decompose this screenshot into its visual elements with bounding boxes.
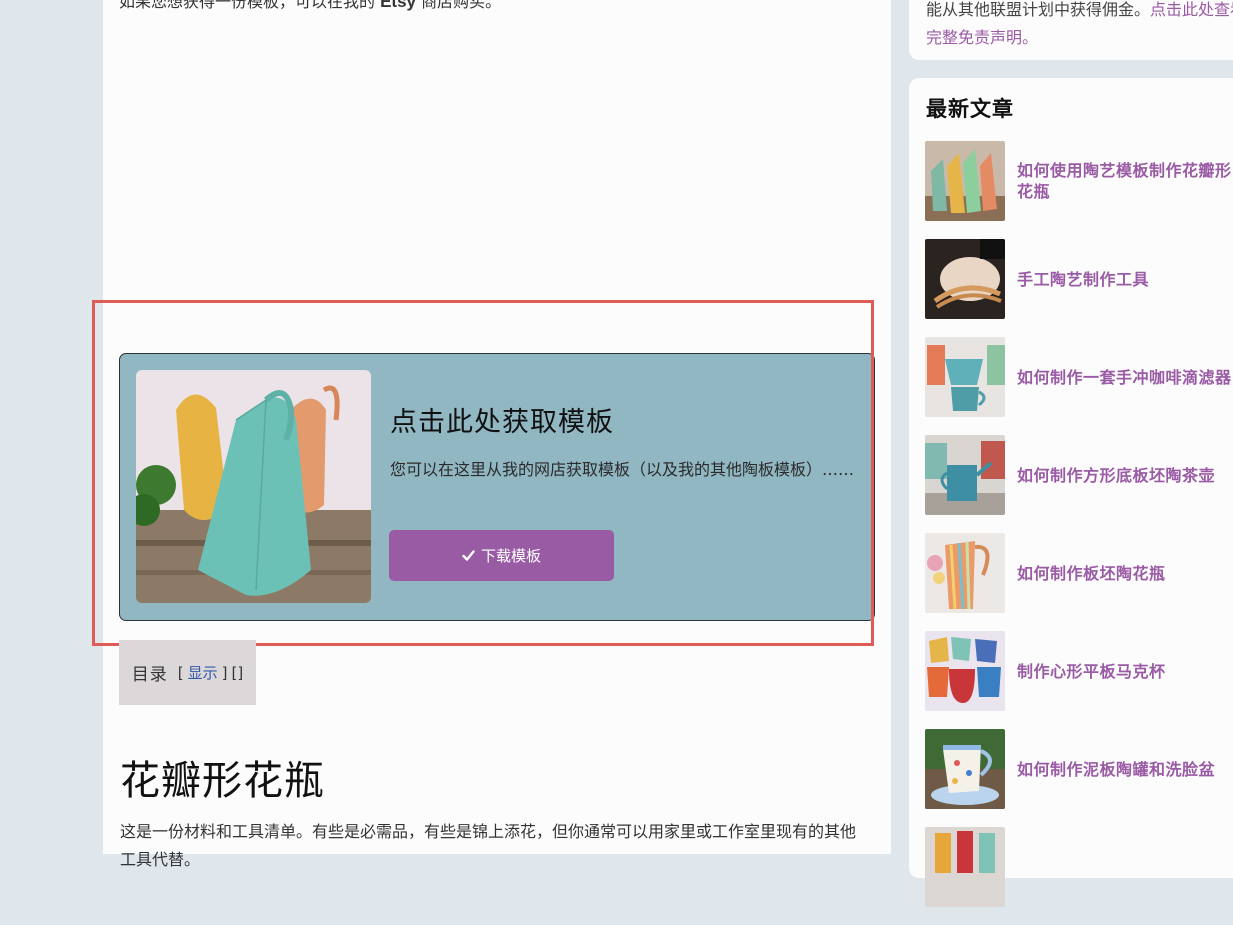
recent-post-item[interactable] — [925, 827, 1233, 907]
post-title[interactable]: 如何制作板坯陶花瓶 — [1017, 533, 1233, 613]
post-thumbnail[interactable] — [925, 631, 1005, 711]
check-icon — [462, 549, 475, 562]
recent-posts-card: 最新文章 如何使用陶艺模板制作花瓣形花瓶 手工陶艺制作工具 如何制作一套手冲咖啡… — [909, 78, 1233, 907]
post-title[interactable]: 如何使用陶艺模板制作花瓣形花瓶 — [1017, 141, 1233, 221]
post-title[interactable] — [1017, 827, 1233, 907]
post-title[interactable]: 制作心形平板马克杯 — [1017, 631, 1233, 711]
toc-show-toggle[interactable]: 显示 — [188, 662, 218, 683]
recent-posts-heading: 最新文章 — [926, 96, 1014, 121]
post-thumbnail[interactable] — [925, 827, 1005, 907]
download-template-button[interactable]: 下载模板 — [389, 530, 614, 581]
recent-post-item[interactable]: 如何使用陶艺模板制作花瓣形花瓶 — [925, 141, 1233, 221]
disclaimer-text: 能从其他联盟计划中获得佣金。点击此处查看完整免责声明。 — [926, 0, 1233, 52]
recent-post-item[interactable]: 如何制作方形底板坯陶茶壶 — [925, 435, 1233, 515]
toc-open-bracket: [ — [177, 663, 184, 682]
table-of-contents: 目录 [显示] [] — [119, 640, 256, 705]
disclaimer-text-body: 能从其他联盟计划中获得佣金。 — [926, 0, 1151, 19]
intro-text-suffix: 商店购买。 — [416, 0, 502, 11]
disclaimer-card: 能从其他联盟计划中获得佣金。点击此处查看完整免责声明。 — [909, 0, 1233, 60]
template-promo-box: 点击此处获取模板 您可以在这里从我的网店获取模板（以及我的其他陶板模板）…… 下… — [119, 353, 875, 621]
post-thumbnail[interactable] — [925, 435, 1005, 515]
recent-post-item[interactable]: 如何制作一套手冲咖啡滴滤器 — [925, 337, 1233, 417]
recent-post-item[interactable]: 手工陶艺制作工具 — [925, 239, 1233, 319]
post-thumbnail[interactable] — [925, 533, 1005, 613]
promo-description: 您可以在这里从我的网店获取模板（以及我的其他陶板模板）…… — [390, 460, 855, 479]
toc-title: 目录 — [131, 665, 168, 685]
etsy-link[interactable]: Etsy — [380, 0, 416, 11]
recent-post-item[interactable]: 制作心形平板马克杯 — [925, 631, 1233, 711]
post-title[interactable]: 如何制作方形底板坯陶茶壶 — [1017, 435, 1233, 515]
post-thumbnail[interactable] — [925, 729, 1005, 809]
post-thumbnail[interactable] — [925, 239, 1005, 319]
toc-empty-brackets: [] — [231, 663, 244, 682]
toc-close-bracket: ] — [221, 663, 228, 682]
post-thumbnail[interactable] — [925, 141, 1005, 221]
post-thumbnail[interactable] — [925, 337, 1005, 417]
recent-post-item[interactable]: 如何制作板坯陶花瓶 — [925, 533, 1233, 613]
intro-text-prefix: 如果您想获得一份模板，可以在我的 — [119, 0, 381, 11]
promo-vase-image[interactable] — [136, 370, 371, 603]
recent-post-item[interactable]: 如何制作泥板陶罐和洗脸盆 — [925, 729, 1233, 809]
post-title[interactable]: 如何制作泥板陶罐和洗脸盆 — [1017, 729, 1233, 809]
section-heading: 花瓣形花瓶 — [120, 758, 325, 804]
recent-posts-list: 如何使用陶艺模板制作花瓣形花瓶 手工陶艺制作工具 如何制作一套手冲咖啡滴滤器 如… — [925, 141, 1233, 925]
promo-title: 点击此处获取模板 — [390, 407, 614, 438]
etsy-intro-text: 如果您想获得一份模板，可以在我的 Etsy 商店购买。 — [119, 0, 501, 16]
download-button-label: 下载模板 — [480, 547, 541, 565]
post-title[interactable]: 手工陶艺制作工具 — [1017, 239, 1233, 319]
post-title[interactable]: 如何制作一套手冲咖啡滴滤器 — [1017, 337, 1233, 417]
section-body-text: 这是一份材料和工具清单。有些是必需品，有些是锦上添花，但你通常可以用家里或工作室… — [120, 822, 857, 869]
